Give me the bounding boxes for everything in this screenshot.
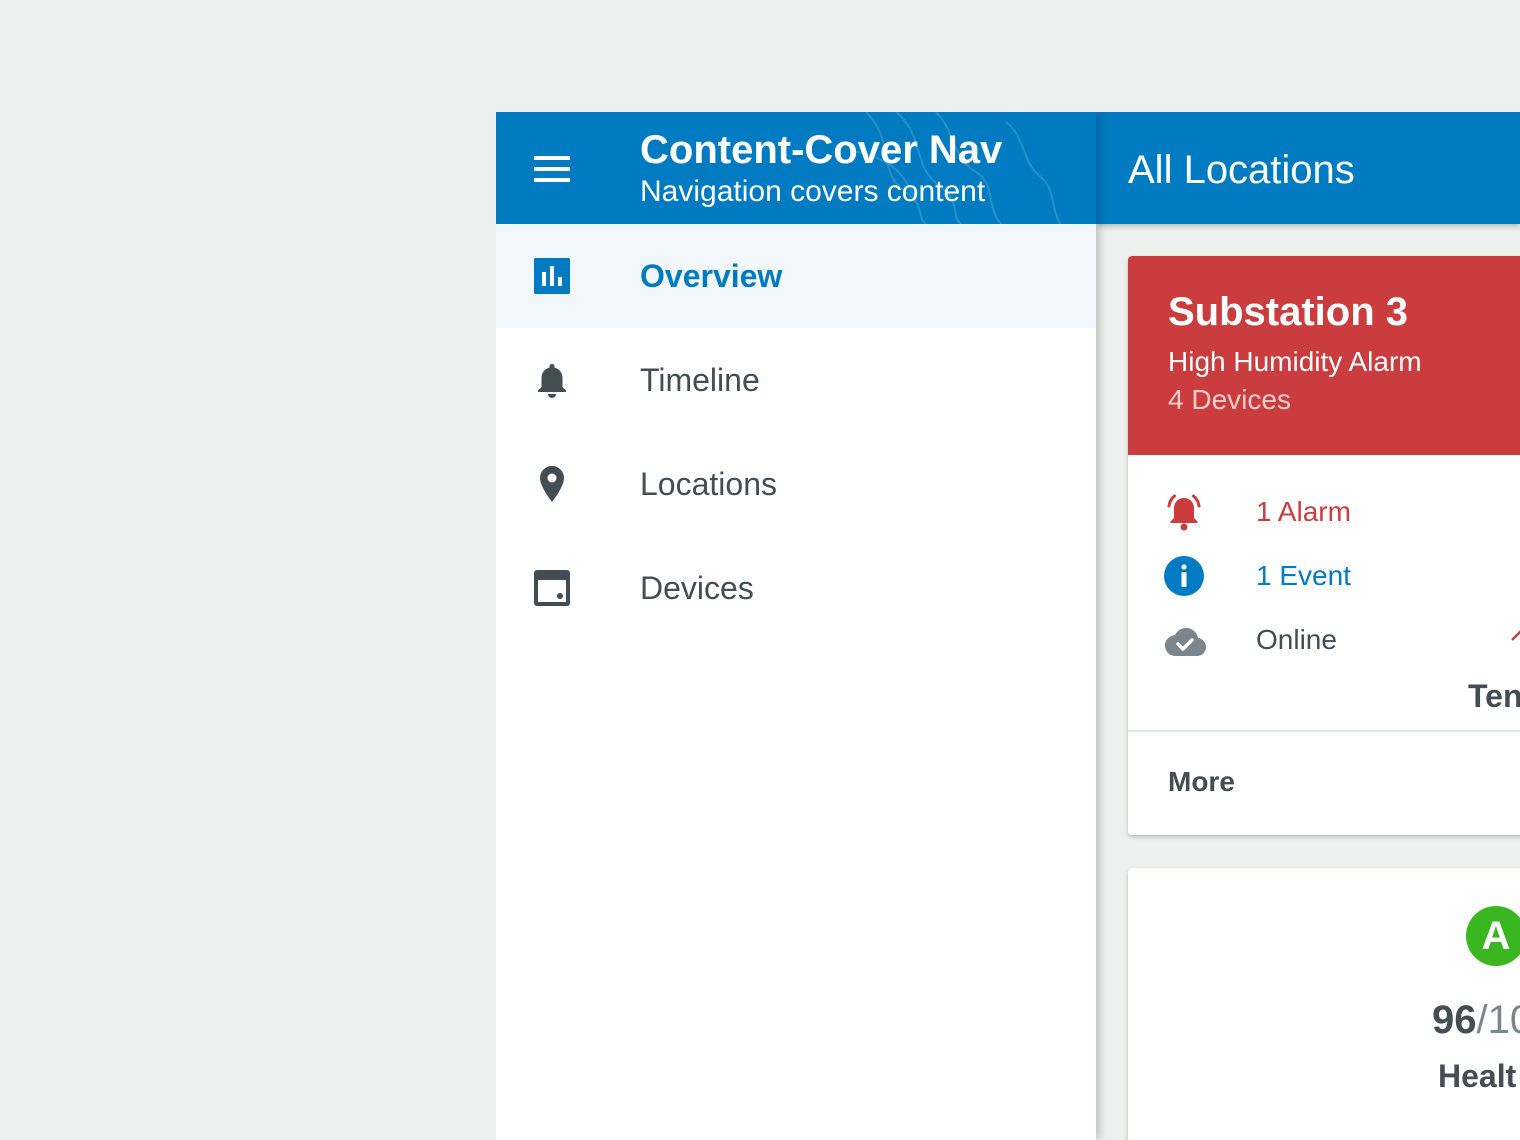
event-count: 1 Event <box>1256 560 1351 591</box>
menu-button[interactable] <box>532 156 572 184</box>
score-value: 96 <box>1432 998 1477 1042</box>
menu-line <box>534 178 570 182</box>
bar-chart-icon <box>534 258 570 294</box>
nav-subtitle: Navigation covers content <box>640 175 986 208</box>
nav-label-overview: Overview <box>640 258 783 294</box>
nav-item-devices[interactable]: Devices <box>496 536 1096 640</box>
online-stat: Online <box>1128 616 1488 664</box>
page-title: All Locations <box>1128 148 1355 192</box>
nav-title: Content-Cover Nav <box>640 128 1003 172</box>
menu-line <box>534 156 570 160</box>
info-icon <box>1164 556 1204 596</box>
cloud-check-icon <box>1165 628 1206 656</box>
location-card[interactable]: Substation 3 High Humidity Alarm 4 Devic… <box>1128 256 1520 835</box>
event-stat[interactable]: 1 Event <box>1128 552 1488 600</box>
online-status: Online <box>1256 624 1337 655</box>
bell-icon <box>538 364 566 398</box>
navigation-drawer: Content-Cover Nav Navigation covers cont… <box>496 112 1096 1140</box>
card-title: Substation 3 <box>1168 290 1409 334</box>
nav-header: Content-Cover Nav Navigation covers cont… <box>496 112 1096 224</box>
card-header: Substation 3 High Humidity Alarm 4 Devic… <box>1128 256 1520 455</box>
alarm-count: 1 Alarm <box>1256 496 1351 527</box>
health-score: 96/10 <box>1432 998 1520 1043</box>
alarm-bell-icon <box>1167 494 1201 531</box>
trend-graph-icon <box>1511 630 1520 641</box>
card-subtitle: High Humidity Alarm <box>1168 346 1422 377</box>
main-app-bar: All Locations <box>1096 112 1520 224</box>
grade-badge: A <box>1466 906 1520 966</box>
nav-item-overview[interactable]: Overview <box>496 224 1096 328</box>
score-max: /10 <box>1476 998 1520 1042</box>
nav-item-timeline[interactable]: Timeline <box>496 328 1096 432</box>
nav-label-timeline: Timeline <box>640 362 760 398</box>
nav-item-locations[interactable]: Locations <box>496 432 1096 536</box>
card-divider <box>1128 730 1520 732</box>
health-card[interactable]: A 96/10 Healt <box>1128 868 1520 1140</box>
nav-label-locations: Locations <box>640 466 777 502</box>
app-frame: All Locations Substation 3 High Humidity… <box>496 112 1520 1140</box>
menu-line <box>534 167 570 171</box>
health-label: Healt <box>1438 1058 1517 1094</box>
device-icon <box>534 570 570 606</box>
alarm-stat[interactable]: 1 Alarm <box>1128 488 1488 536</box>
location-pin-icon <box>540 466 564 502</box>
more-button[interactable]: More <box>1168 766 1235 798</box>
trend-label: Ten <box>1468 678 1520 714</box>
nav-label-devices: Devices <box>640 570 754 606</box>
main-content: All Locations Substation 3 High Humidity… <box>1096 112 1520 1140</box>
device-count: 4 Devices <box>1168 384 1291 415</box>
